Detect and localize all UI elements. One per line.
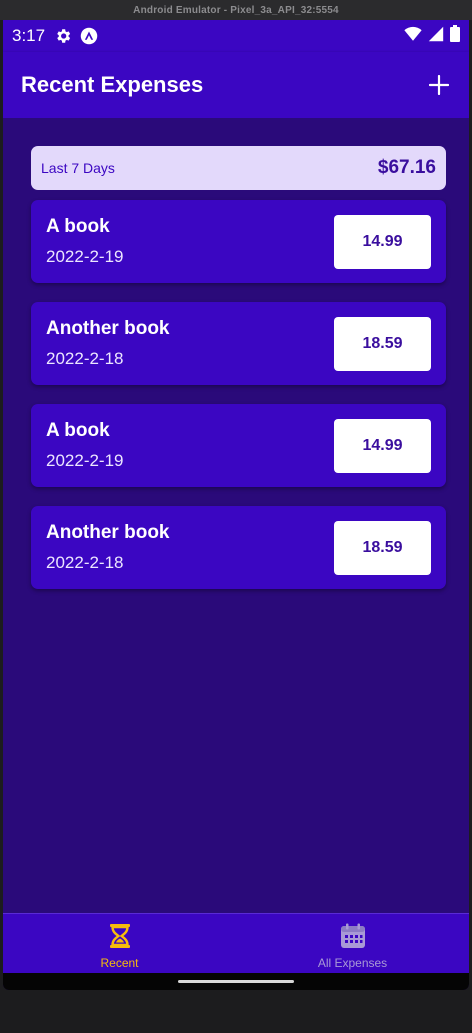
expense-info: A book 2022-2-19 xyxy=(46,216,124,267)
battery-icon xyxy=(450,25,460,47)
expense-description: A book xyxy=(46,216,110,237)
app-logo-icon xyxy=(80,27,98,45)
status-time: 3:17 xyxy=(12,26,46,45)
tab-recent[interactable]: Recent xyxy=(3,914,236,973)
status-right-icons xyxy=(404,25,460,47)
expense-info: Another book 2022-2-18 xyxy=(46,318,170,369)
expense-amount: 18.59 xyxy=(334,520,431,575)
app-bar: Recent Expenses xyxy=(3,52,469,118)
signal-icon xyxy=(428,26,444,47)
expense-info: A book 2022-2-19 xyxy=(46,420,124,471)
wifi-icon xyxy=(404,26,422,47)
tab-all-expenses-label: All Expenses xyxy=(317,956,388,970)
expense-date: 2022-2-18 xyxy=(46,553,124,572)
expense-description: Another book xyxy=(46,318,170,339)
expense-description: A book xyxy=(46,420,110,441)
phone-screen: 3:17 Recent Expenses Last 7 Days $67.16 … xyxy=(3,20,469,990)
emulator-title: Android Emulator - Pixel_3a_API_32:5554 xyxy=(0,0,472,20)
status-bar: 3:17 xyxy=(3,20,469,52)
summary-period: Last 7 Days xyxy=(41,160,115,176)
expense-description: Another book xyxy=(46,522,170,543)
calendar-icon xyxy=(339,922,367,950)
system-nav-bar xyxy=(3,973,469,990)
page-title: Recent Expenses xyxy=(21,72,204,97)
add-expense-button[interactable] xyxy=(427,73,451,97)
expenses-summary: Last 7 Days $67.16 xyxy=(31,146,446,190)
bottom-tab-bar: Recent All Expenses xyxy=(3,913,469,973)
expense-date: 2022-2-18 xyxy=(46,349,124,368)
expenses-content: Last 7 Days $67.16 A book 2022-2-19 14.9… xyxy=(3,118,469,913)
expense-date: 2022-2-19 xyxy=(46,247,124,266)
expense-amount: 14.99 xyxy=(334,214,431,269)
expense-date: 2022-2-19 xyxy=(46,451,124,470)
expense-item[interactable]: A book 2022-2-19 14.99 xyxy=(31,404,446,487)
expense-item[interactable]: Another book 2022-2-18 18.59 xyxy=(31,506,446,589)
expense-amount: 18.59 xyxy=(334,316,431,371)
expense-item[interactable]: A book 2022-2-19 14.99 xyxy=(31,200,446,283)
tab-all-expenses[interactable]: All Expenses xyxy=(236,914,469,973)
tab-recent-label: Recent xyxy=(100,956,139,970)
plus-icon xyxy=(429,75,449,95)
home-handle[interactable] xyxy=(178,980,294,983)
expense-item[interactable]: Another book 2022-2-18 18.59 xyxy=(31,302,446,385)
gear-icon xyxy=(54,27,72,45)
summary-sum: $67.16 xyxy=(377,157,436,178)
expense-amount: 14.99 xyxy=(334,418,431,473)
hourglass-icon xyxy=(106,922,134,950)
expense-info: Another book 2022-2-18 xyxy=(46,522,170,573)
